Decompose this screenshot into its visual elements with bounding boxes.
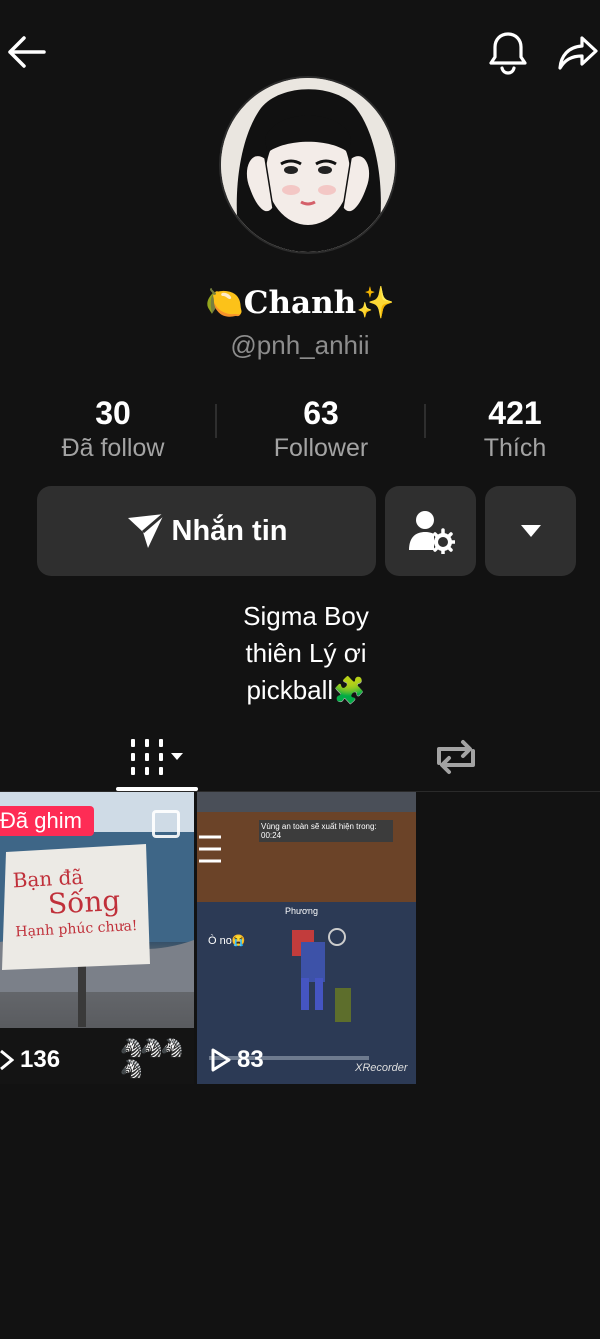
send-icon [127,512,165,548]
display-name: 🍋Chanh✨ [205,285,395,321]
bio-line: pickball🧩 [246,675,366,705]
recorder-watermark: XRecorder [355,1062,408,1074]
video-thumbnail[interactable]: Vùng an toàn sẽ xuất hiện trong: 00:24 Ò… [197,792,416,1084]
view-count: 83 [211,1046,264,1074]
bio-line: thiên Lý ơi [245,638,367,668]
message-button[interactable]: Nhắn tin [37,486,376,576]
multi-image-icon [152,810,180,838]
game-player-name: Phương [285,906,318,916]
stat-likes[interactable]: 421 Thích [415,394,600,464]
view-count-text: 83 [237,1046,264,1073]
more-options-dropdown[interactable] [485,486,576,576]
grid-icon [131,739,183,775]
play-icon [0,1049,14,1071]
zebra-emoji: 🦓🦓🦓🦓 [120,1038,183,1079]
back-arrow-icon[interactable] [2,28,50,76]
share-arrow-icon[interactable] [554,28,600,76]
pinned-badge: Đã ghim [0,806,94,836]
tab-reposts[interactable] [415,724,497,790]
friend-settings-button[interactable] [385,486,476,576]
view-count-text: 136 [20,1046,61,1073]
likes-label: Thích [483,434,547,462]
message-button-label: Nhắn tin [171,514,288,547]
tab-videos[interactable] [116,724,198,790]
username-handle: @pnh_anhii [230,330,370,360]
bio: Sigma Boy thiên Lý ơi pickball🧩 [0,598,600,709]
followers-count: 63 [303,395,339,431]
play-icon [211,1048,231,1072]
avatar[interactable] [219,76,397,254]
following-label: Đã follow [61,434,165,462]
stat-divider [215,404,217,438]
followers-label: Follower [273,434,369,462]
stat-followers[interactable]: 63 Follower [221,394,421,464]
likes-count: 421 [488,395,542,431]
stat-following[interactable]: 30 Đã follow [13,394,213,464]
repost-icon [437,740,475,774]
sign-text: Bạn đã Sống Hạnh phúc chưa! [12,861,146,946]
notification-bell-icon[interactable] [484,28,532,76]
following-count: 30 [95,395,131,431]
bio-line: Sigma Boy [243,601,369,631]
caret-down-icon [520,525,541,537]
game-overlay-text: Vùng an toàn sẽ xuất hiện trong: 00:24 [259,820,393,842]
view-count: 136 [0,1046,60,1074]
user-settings-icon [408,511,455,554]
game-player-tag: Ò no😭 [208,935,246,947]
